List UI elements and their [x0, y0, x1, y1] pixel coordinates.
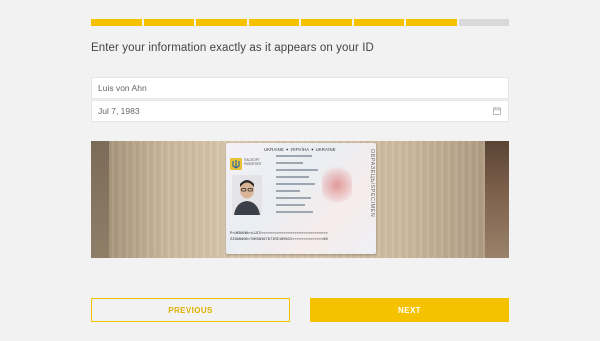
trident-emblem-icon	[230, 158, 242, 170]
passport-mrz: P<UKRAHN<<LUIS<<<<<<<<<<<<<<<<<<<<<<<<<<…	[230, 231, 370, 243]
next-button[interactable]: NEXT	[310, 298, 509, 322]
progress-segment	[353, 19, 404, 26]
birthdate-value: Jul 7, 1983	[98, 106, 140, 116]
progress-segment	[143, 19, 194, 26]
mrz-line-2: ZZ000000<7UKR8307071M2109022<<<<<<<<<<<<…	[230, 236, 328, 241]
passport-hologram	[322, 165, 352, 205]
progress-segment	[248, 19, 299, 26]
calendar-icon[interactable]	[493, 107, 501, 115]
id-document-photo: UKRAINE ✦ УКРАЇНА ✦ UKRAINE ПАСПОРТ PASSP…	[91, 141, 509, 258]
specimen-watermark: ОБРАЗЕЦЬ/SPECIMEN	[369, 149, 375, 218]
passport-image: UKRAINE ✦ УКРАЇНА ✦ UKRAINE ПАСПОРТ PASSP…	[226, 143, 376, 254]
birthdate-field[interactable]: Jul 7, 1983	[91, 100, 509, 122]
holder-portrait-icon	[232, 175, 262, 215]
progress-bar	[91, 19, 509, 26]
table-edge-left	[91, 141, 109, 258]
passport-label: ПАСПОРТ PASSPORT	[244, 158, 262, 167]
progress-segment	[91, 19, 142, 26]
name-value: Luis von Ahn	[98, 83, 147, 93]
name-field[interactable]: Luis von Ahn	[91, 77, 509, 99]
progress-segment	[196, 19, 247, 26]
table-edge-right	[485, 141, 509, 258]
progress-segment	[301, 19, 352, 26]
passport-header: UKRAINE ✦ УКРАЇНА ✦ UKRAINE	[264, 147, 336, 152]
previous-button[interactable]: PREVIOUS	[91, 298, 290, 322]
page-heading: Enter your information exactly as it app…	[91, 42, 374, 54]
progress-segment	[406, 19, 457, 26]
progress-segment	[458, 19, 509, 26]
